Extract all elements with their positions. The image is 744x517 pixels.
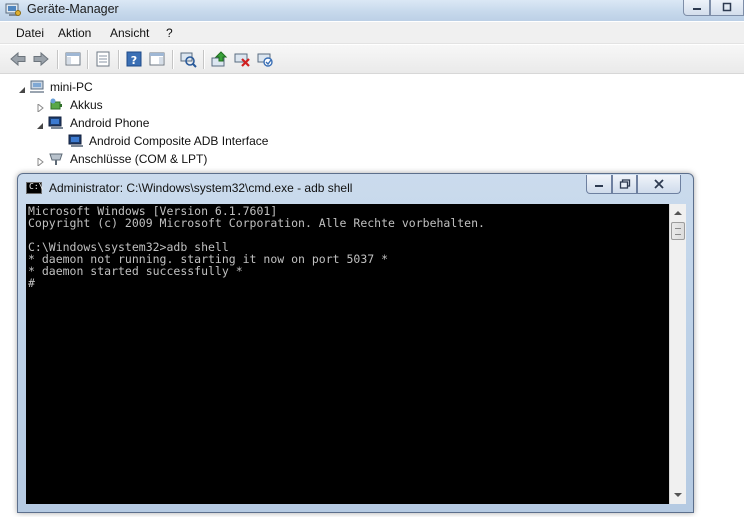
device-manager-icon (5, 3, 21, 18)
tree-item-akkus[interactable]: Akkus (0, 96, 300, 114)
help-icon[interactable]: ? (125, 50, 143, 68)
cmd-title: Administrator: C:\Windows\system32\cmd.e… (49, 181, 353, 195)
cmd-restore-button[interactable] (612, 175, 637, 194)
scroll-up-icon[interactable] (670, 205, 686, 221)
menu-datei[interactable]: Datei (16, 26, 44, 40)
tree-item-ports[interactable]: Anschlüsse (COM & LPT) (0, 150, 300, 168)
menubar: Datei Aktion Ansicht ? (0, 22, 744, 44)
menu-help[interactable]: ? (166, 26, 173, 40)
expand-icon[interactable] (37, 101, 44, 114)
cmd-minimize-button[interactable] (586, 175, 612, 194)
computer-icon (29, 79, 45, 95)
menu-ansicht[interactable]: Ansicht (110, 26, 149, 40)
console-line: * daemon started successfully * (28, 264, 243, 278)
update-driver-icon[interactable] (210, 50, 228, 68)
back-arrow-icon[interactable] (9, 50, 27, 68)
cmd-window-bottom-border (26, 504, 686, 512)
expand-icon[interactable] (37, 155, 44, 168)
tree-item-label: Android Composite ADB Interface (89, 134, 269, 148)
cmd-icon-text: C:\ (29, 182, 44, 191)
tree-item-label: Akkus (70, 98, 103, 112)
cmd-close-button[interactable] (637, 175, 681, 194)
console-output[interactable]: Microsoft Windows [Version 6.1.7601] Cop… (26, 204, 669, 504)
computer-icon (48, 115, 64, 131)
adb-device-icon (68, 133, 84, 149)
disable-device-icon[interactable] (256, 50, 274, 68)
forward-arrow-icon[interactable] (32, 50, 50, 68)
toolbar-separator (203, 50, 204, 69)
toolbar: ? (0, 45, 744, 74)
scroll-thumb[interactable] (671, 222, 685, 240)
port-icon (48, 151, 64, 167)
toolbar-separator (118, 50, 119, 69)
toolbar-separator (172, 50, 173, 69)
show-hide-console-tree-icon[interactable] (64, 50, 82, 68)
maximize-button[interactable] (710, 0, 744, 16)
cmd-icon[interactable]: C:\ (26, 182, 44, 194)
battery-icon (48, 97, 64, 113)
minimize-button[interactable] (683, 0, 710, 16)
toolbar-separator (87, 50, 88, 69)
console-scrollbar[interactable] (669, 204, 686, 504)
console-prompt: # (28, 276, 35, 290)
tree-root[interactable]: mini-PC (0, 78, 300, 96)
properties-icon[interactable] (94, 50, 112, 68)
uninstall-icon[interactable] (233, 50, 251, 68)
console-line: Copyright (c) 2009 Microsoft Corporation… (28, 216, 485, 230)
collapse-icon[interactable] (37, 119, 44, 129)
menu-aktion[interactable]: Aktion (58, 26, 91, 40)
tree-item-adb-interface[interactable]: Android Composite ADB Interface (0, 132, 320, 150)
tree-item-android-phone[interactable]: Android Phone (0, 114, 300, 132)
collapse-icon[interactable] (19, 83, 26, 93)
scan-hardware-icon[interactable] (179, 50, 197, 68)
tree-item-label: Anschlüsse (COM & LPT) (70, 152, 208, 166)
cmd-window: C:\ Administrator: C:\Windows\system32\c… (17, 173, 694, 513)
device-manager-titlebar[interactable]: Geräte-Manager (0, 0, 744, 21)
device-manager-title: Geräte-Manager (27, 2, 119, 16)
show-hide-action-pane-icon[interactable] (148, 50, 166, 68)
tree-item-label: Android Phone (70, 116, 150, 130)
svg-text:?: ? (131, 54, 137, 67)
scroll-down-icon[interactable] (670, 487, 686, 503)
tree-root-label: mini-PC (50, 80, 93, 94)
toolbar-separator (57, 50, 58, 69)
